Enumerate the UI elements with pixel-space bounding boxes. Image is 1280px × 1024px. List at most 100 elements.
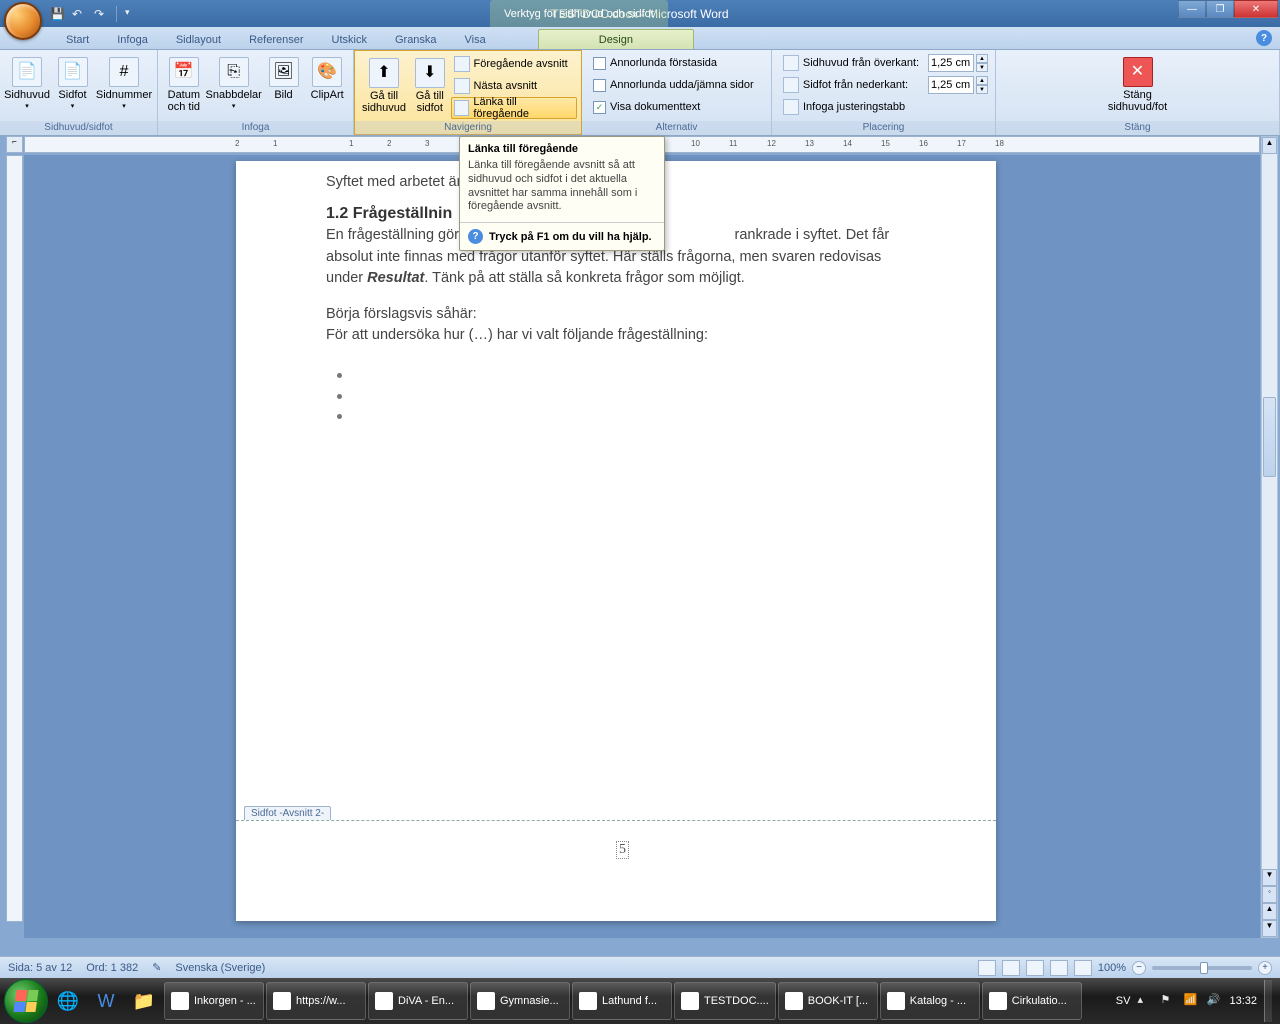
bild-label: Bild: [274, 89, 292, 101]
tab-start[interactable]: Start: [52, 30, 103, 49]
qat-divider: [116, 6, 117, 22]
scroll-up-button[interactable]: ▲: [1262, 137, 1277, 154]
browse-object-button[interactable]: ◦: [1262, 886, 1277, 903]
quick-access-toolbar: 💾 ↶ ↷ ▾: [50, 6, 139, 22]
word-pinned-icon[interactable]: W: [88, 983, 124, 1019]
close-button[interactable]: ✕: [1234, 0, 1278, 18]
footer-margin-input[interactable]: [928, 76, 974, 94]
footer-separator: [236, 820, 996, 821]
header-margin-spinner[interactable]: ▲▼: [928, 54, 988, 72]
zoom-slider-thumb[interactable]: [1200, 962, 1208, 974]
tab-referenser[interactable]: Referenser: [235, 30, 317, 49]
page-status[interactable]: Sida: 5 av 12: [8, 962, 72, 974]
zoom-level[interactable]: 100%: [1098, 962, 1126, 974]
infoga-justeringstabb-button[interactable]: Infoga justeringstabb: [780, 96, 991, 118]
tray-clock[interactable]: 13:32: [1229, 995, 1257, 1007]
web-layout-view-button[interactable]: [1026, 960, 1044, 976]
vertical-ruler[interactable]: [6, 155, 23, 922]
qat-more-icon[interactable]: ▾: [125, 7, 139, 21]
annorlunda-forstasida-checkbox[interactable]: Annorlunda förstasida: [590, 52, 757, 74]
taskbar-item[interactable]: Inkorgen - ...: [164, 982, 264, 1020]
taskbar-item[interactable]: DiVA - En...: [368, 982, 468, 1020]
zoom-slider[interactable]: [1152, 966, 1252, 970]
vertical-scrollbar[interactable]: ▲ ▼ ◦ ▲ ▼: [1261, 136, 1278, 938]
network-icon[interactable]: 📶: [1183, 993, 1199, 1009]
spin-down-icon[interactable]: ▼: [976, 63, 988, 72]
ga-till-sidfot-button[interactable]: ⬇Gå till sidfot: [409, 53, 451, 119]
outline-view-button[interactable]: [1050, 960, 1068, 976]
prev-page-button[interactable]: ▲: [1262, 903, 1277, 920]
scroll-down-button[interactable]: ▼: [1262, 869, 1277, 886]
snabbdelar-button[interactable]: ⎘Snabbdelar▾: [206, 52, 262, 116]
ruler-corner[interactable]: ⌐: [6, 136, 23, 153]
language-status[interactable]: Svenska (Sverige): [175, 962, 265, 974]
tab-granska[interactable]: Granska: [381, 30, 451, 49]
ruler-tick: 11: [729, 139, 737, 148]
taskbar-item[interactable]: Katalog - ...: [880, 982, 980, 1020]
taskbar-item[interactable]: Cirkulatio...: [982, 982, 1082, 1020]
ga-till-sidhuvud-button[interactable]: ⬆Gå till sidhuvud: [359, 53, 409, 119]
undo-icon[interactable]: ↶: [72, 7, 86, 21]
redo-icon[interactable]: ↷: [94, 7, 108, 21]
taskbar-item-label: Cirkulatio...: [1012, 995, 1067, 1007]
volume-icon[interactable]: 🔊: [1206, 993, 1222, 1009]
ruler-tick: 1: [273, 139, 277, 148]
ruler-tick: 16: [919, 139, 928, 148]
draft-view-button[interactable]: [1074, 960, 1092, 976]
tab-utskick[interactable]: Utskick: [318, 30, 381, 49]
scroll-thumb[interactable]: [1263, 397, 1276, 477]
show-hidden-icon[interactable]: ▴: [1137, 993, 1153, 1009]
tab-infoga[interactable]: Infoga: [103, 30, 162, 49]
sidfot-button[interactable]: 📄Sidfot▾: [50, 52, 95, 116]
minimize-button[interactable]: —: [1178, 0, 1206, 18]
datum-button[interactable]: 📅Datum och tid: [162, 52, 206, 118]
group-label: Sidhuvud/sidfot: [0, 121, 157, 135]
next-section-icon: [454, 78, 470, 94]
taskbar: 🌐 W 📁 Inkorgen - ...https://w...DiVA - E…: [0, 978, 1280, 1024]
zoom-in-button[interactable]: +: [1258, 961, 1272, 975]
next-page-button[interactable]: ▼: [1262, 920, 1277, 937]
spin-down-icon[interactable]: ▼: [976, 85, 988, 94]
footer-margin-spinner[interactable]: ▲▼: [928, 76, 988, 94]
save-icon[interactable]: 💾: [50, 7, 64, 21]
help-icon[interactable]: ?: [1256, 30, 1272, 46]
chrome-pinned-icon[interactable]: 🌐: [50, 983, 86, 1019]
taskbar-item[interactable]: TESTDOC....: [674, 982, 776, 1020]
lanka-till-foregaende-button[interactable]: Länka till föregående: [451, 97, 577, 119]
clipart-button[interactable]: 🎨ClipArt: [305, 52, 349, 106]
office-button[interactable]: [4, 2, 42, 40]
proofing-icon[interactable]: ✎: [152, 961, 161, 974]
zoom-out-button[interactable]: −: [1132, 961, 1146, 975]
spin-up-icon[interactable]: ▲: [976, 76, 988, 85]
taskbar-item[interactable]: BOOK-IT [...: [778, 982, 878, 1020]
taskbar-item[interactable]: https://w...: [266, 982, 366, 1020]
document-page[interactable]: Syftet med arbetet är 1.2 Frågeställnin …: [236, 161, 996, 921]
show-desktop-button[interactable]: [1264, 980, 1272, 1022]
header-margin-input[interactable]: [928, 54, 974, 72]
tray-lang[interactable]: SV: [1116, 995, 1131, 1007]
tab-design[interactable]: Design: [538, 29, 694, 49]
maximize-button[interactable]: ❐: [1206, 0, 1234, 18]
nasta-avsnitt-button[interactable]: Nästa avsnitt: [451, 75, 577, 97]
taskbar-item[interactable]: Gymnasie...: [470, 982, 570, 1020]
annorlunda-udda-checkbox[interactable]: Annorlunda udda/jämna sidor: [590, 74, 757, 96]
start-button[interactable]: [4, 979, 48, 1023]
full-screen-view-button[interactable]: [1002, 960, 1020, 976]
stang-sidhuvud-button[interactable]: ✕Stäng sidhuvud/fot: [1105, 52, 1171, 118]
word-count[interactable]: Ord: 1 382: [86, 962, 138, 974]
print-layout-view-button[interactable]: [978, 960, 996, 976]
foregaende-avsnitt-button[interactable]: Föregående avsnitt: [451, 53, 577, 75]
ruler-tick: 17: [957, 139, 966, 148]
bild-button[interactable]: 🖼Bild: [262, 52, 306, 106]
sidhuvud-button[interactable]: 📄Sidhuvud▾: [4, 52, 50, 116]
sidnummer-button[interactable]: #Sidnummer▾: [95, 52, 153, 116]
footer-page-number[interactable]: 5: [616, 841, 629, 859]
tab-sidlayout[interactable]: Sidlayout: [162, 30, 235, 49]
footer-section-label[interactable]: Sidfot -Avsnitt 2-: [244, 806, 331, 820]
taskbar-item[interactable]: Lathund f...: [572, 982, 672, 1020]
flag-icon[interactable]: ⚑: [1160, 993, 1176, 1009]
tab-visa[interactable]: Visa: [451, 30, 500, 49]
explorer-pinned-icon[interactable]: 📁: [126, 983, 162, 1019]
visa-dokumenttext-checkbox[interactable]: ✓Visa dokumenttext: [590, 96, 757, 118]
spin-up-icon[interactable]: ▲: [976, 54, 988, 63]
